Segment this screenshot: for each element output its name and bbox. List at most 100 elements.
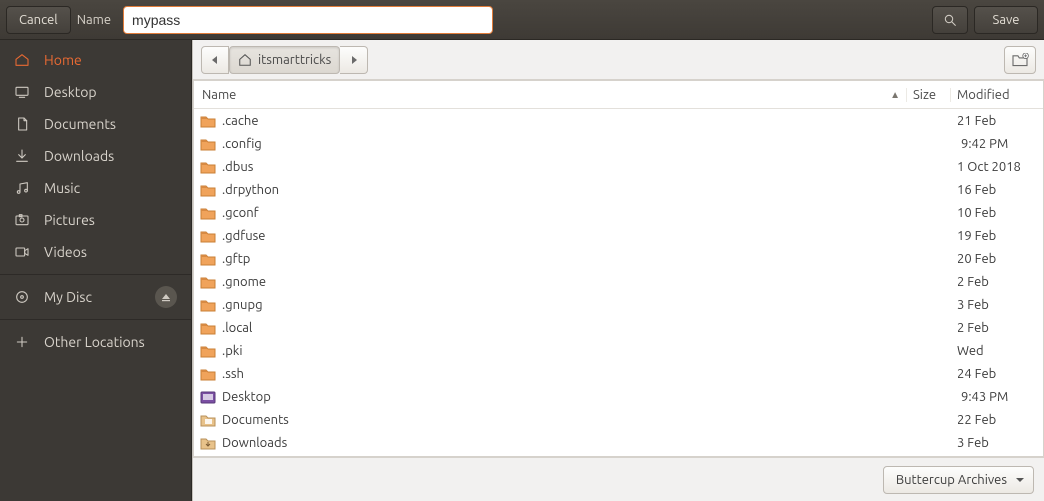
- file-type-filter-label: Buttercup Archives: [896, 473, 1007, 487]
- file-modified: 2 Feb: [951, 275, 1043, 289]
- path-forward-button[interactable]: [340, 46, 368, 74]
- file-name: Documents: [222, 413, 289, 427]
- column-header-modified[interactable]: Modified: [951, 88, 1043, 102]
- file-modified: 9:43 PM: [951, 390, 1043, 404]
- file-row[interactable]: .local 2 Feb: [194, 316, 1043, 339]
- folder-icon: [200, 113, 216, 129]
- name-input-container: [123, 6, 493, 34]
- file-name: .config: [222, 137, 262, 151]
- column-header-name[interactable]: Name ▲: [194, 88, 907, 102]
- file-row[interactable]: .gconf 10 Feb: [194, 201, 1043, 224]
- desktop-icon: [14, 84, 30, 100]
- file-row[interactable]: .gdfuse 19 Feb: [194, 224, 1043, 247]
- file-modified: 9:42 PM: [951, 137, 1043, 151]
- path-segment-current[interactable]: itsmarttricks: [229, 46, 340, 74]
- search-button[interactable]: [932, 6, 968, 34]
- file-row[interactable]: Documents 22 Feb: [194, 408, 1043, 431]
- sidebar-item-videos[interactable]: Videos: [0, 236, 191, 268]
- eject-icon: [158, 292, 174, 302]
- filename-input[interactable]: [123, 6, 493, 34]
- triangle-left-icon: [210, 55, 220, 65]
- save-button[interactable]: Save: [974, 6, 1038, 34]
- sidebar-item-label: Documents: [44, 116, 177, 132]
- chevron-down-icon: [1015, 475, 1025, 485]
- file-name: .local: [222, 321, 252, 335]
- file-row[interactable]: .drpython 16 Feb: [194, 178, 1043, 201]
- eject-button[interactable]: [155, 286, 177, 308]
- sidebar-item-music[interactable]: Music: [0, 172, 191, 204]
- file-row[interactable]: Desktop 9:43 PM: [194, 385, 1043, 408]
- path-back-button[interactable]: [201, 46, 229, 74]
- file-type-filter[interactable]: Buttercup Archives: [883, 466, 1034, 494]
- column-headers: Name ▲ Size Modified: [194, 81, 1043, 109]
- file-row[interactable]: .gnupg 3 Feb: [194, 293, 1043, 316]
- file-row[interactable]: .config 9:42 PM: [194, 132, 1043, 155]
- file-name: .gdfuse: [222, 229, 265, 243]
- folder-icon: [200, 274, 216, 290]
- file-modified: 24 Feb: [951, 367, 1043, 381]
- file-modified: 3 Feb: [951, 436, 1043, 450]
- folder-icon: [200, 343, 216, 359]
- file-name: .gftp: [222, 252, 250, 266]
- folder-icon: [200, 435, 216, 451]
- folder-icon: [200, 389, 216, 405]
- sidebar-item-downloads[interactable]: Downloads: [0, 140, 191, 172]
- home-icon: [14, 52, 30, 68]
- sidebar-item-label: Videos: [44, 244, 177, 260]
- path-bar: itsmarttricks: [193, 40, 1044, 80]
- new-folder-button[interactable]: [1004, 46, 1036, 74]
- file-row[interactable]: .cache 21 Feb: [194, 109, 1043, 132]
- file-row[interactable]: Downloads 3 Feb: [194, 431, 1043, 454]
- cancel-button[interactable]: Cancel: [6, 6, 71, 34]
- disc-icon: [14, 289, 30, 305]
- header-bar: Cancel Name Save: [0, 0, 1044, 40]
- places-sidebar: Home Desktop Documents Downloads Music P…: [0, 40, 192, 501]
- file-row[interactable]: .gnome 2 Feb: [194, 270, 1043, 293]
- file-modified: 19 Feb: [951, 229, 1043, 243]
- sidebar-item-pictures[interactable]: Pictures: [0, 204, 191, 236]
- folder-icon: [200, 182, 216, 198]
- folder-icon: [200, 320, 216, 336]
- folder-icon: [200, 136, 216, 152]
- sidebar-item-label: Home: [44, 52, 177, 68]
- column-header-size[interactable]: Size: [907, 88, 951, 102]
- file-name: .gconf: [222, 206, 259, 220]
- file-name: .dbus: [222, 160, 253, 174]
- file-rows[interactable]: .cache 21 Feb .config 9:42 PM .dbus 1 Oc…: [194, 109, 1043, 456]
- sidebar-item-label: Music: [44, 180, 177, 196]
- file-name: .cache: [222, 114, 259, 128]
- home-icon: [238, 53, 252, 67]
- file-row[interactable]: .ssh 24 Feb: [194, 362, 1043, 385]
- file-modified: 2 Feb: [951, 321, 1043, 335]
- sidebar-item-other[interactable]: Other Locations: [0, 326, 191, 358]
- file-name: Downloads: [222, 436, 287, 450]
- sidebar-item-disc[interactable]: My Disc: [0, 281, 191, 313]
- path-segment-label: itsmarttricks: [258, 53, 331, 67]
- main-pane: itsmarttricks: [192, 40, 1044, 501]
- file-modified: 20 Feb: [951, 252, 1043, 266]
- column-name-label: Name: [202, 88, 236, 102]
- folder-icon: [200, 159, 216, 175]
- other-icon: [14, 334, 30, 350]
- sidebar-item-label: Pictures: [44, 212, 177, 228]
- file-name: Desktop: [222, 390, 271, 404]
- sidebar-item-documents[interactable]: Documents: [0, 108, 191, 140]
- downloads-icon: [14, 148, 30, 164]
- file-modified: 10 Feb: [951, 206, 1043, 220]
- file-name: .gnome: [222, 275, 266, 289]
- file-modified: 1 Oct 2018: [951, 160, 1043, 174]
- file-modified: 21 Feb: [951, 114, 1043, 128]
- file-row[interactable]: .gftp 20 Feb: [194, 247, 1043, 270]
- sidebar-item-desktop[interactable]: Desktop: [0, 76, 191, 108]
- file-modified: 22 Feb: [951, 413, 1043, 427]
- file-name: .pki: [222, 344, 243, 358]
- triangle-right-icon: [349, 55, 359, 65]
- sidebar-item-label: Downloads: [44, 148, 177, 164]
- file-modified: 3 Feb: [951, 298, 1043, 312]
- sidebar-item-home[interactable]: Home: [0, 44, 191, 76]
- search-icon: [942, 12, 958, 28]
- file-modified: Wed: [951, 344, 1043, 358]
- file-row[interactable]: .pki Wed: [194, 339, 1043, 362]
- folder-icon: [200, 297, 216, 313]
- file-row[interactable]: .dbus 1 Oct 2018: [194, 155, 1043, 178]
